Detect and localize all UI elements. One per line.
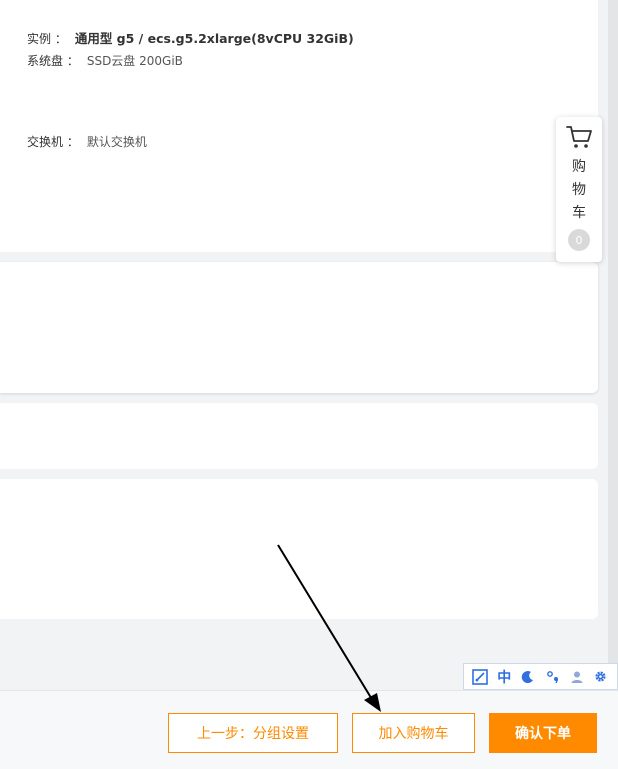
moon-icon[interactable] <box>518 667 538 687</box>
scrollbar-track[interactable] <box>608 0 618 690</box>
section-card <box>0 262 598 393</box>
cart-icon <box>566 126 592 148</box>
switch-value: 默认交换机 <box>86 135 147 149</box>
instance-value: 通用型 g5 / ecs.g5.2xlarge(8vCPU 32GiB) <box>74 31 354 46</box>
order-footer: 上一步：分组设置 加入购物车 确认下单 <box>0 690 618 769</box>
cart-label: 购物车 <box>572 159 586 221</box>
cart-widget[interactable]: 购物车 0 <box>556 117 602 262</box>
section-card <box>0 479 598 619</box>
switch-row: 交换机 ： 默认交换机 <box>27 133 147 150</box>
system-disk-row: 系统盘 ： SSD云盘 200GiB <box>27 52 183 69</box>
instance-label: 实例 ： <box>27 32 67 46</box>
system-disk-label: 系统盘 ： <box>27 54 79 68</box>
user-icon[interactable] <box>567 667 587 687</box>
ime-logo-icon[interactable] <box>470 667 490 687</box>
config-summary-card: 实例 ： 通用型 g5 / ecs.g5.2xlarge(8vCPU 32GiB)… <box>0 0 598 252</box>
system-disk-value: SSD云盘 200GiB <box>86 54 183 68</box>
prev-step-button[interactable]: 上一步：分组设置 <box>168 713 338 753</box>
section-card <box>0 403 598 469</box>
gear-icon[interactable] <box>591 667 611 687</box>
confirm-order-button[interactable]: 确认下单 <box>489 713 597 753</box>
cart-count-badge: 0 <box>568 229 590 251</box>
punctuation-icon[interactable] <box>543 667 563 687</box>
ime-toolbar: 中 <box>463 663 618 690</box>
instance-row: 实例 ： 通用型 g5 / ecs.g5.2xlarge(8vCPU 32GiB) <box>27 28 354 47</box>
ime-mode-chinese[interactable]: 中 <box>494 667 514 687</box>
switch-label: 交换机 ： <box>27 135 79 149</box>
add-to-cart-button[interactable]: 加入购物车 <box>352 713 475 753</box>
